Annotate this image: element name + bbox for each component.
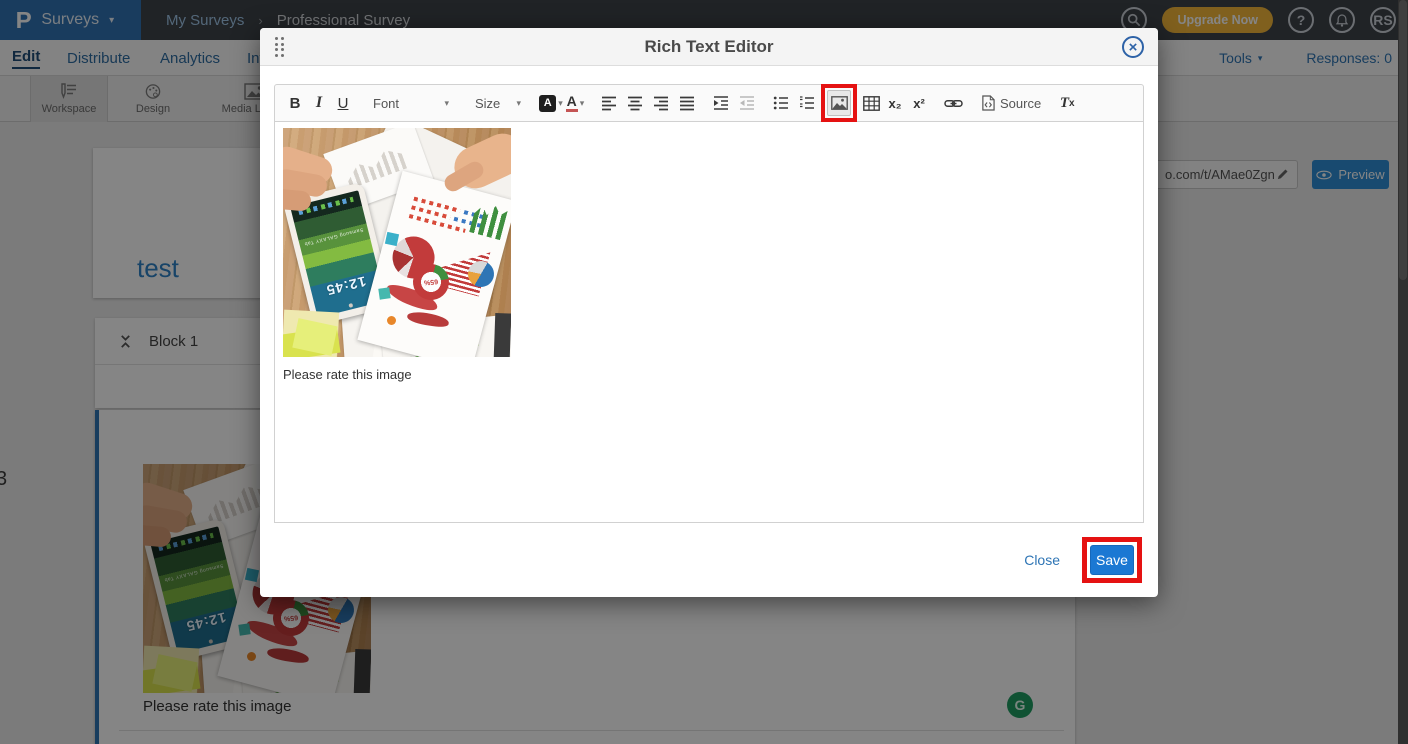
image-button[interactable] bbox=[827, 90, 851, 116]
home-button bbox=[348, 303, 353, 308]
image-button-highlight bbox=[821, 84, 857, 122]
editor-content-area[interactable]: Samsung GALAXY Tab 12:45 bbox=[274, 122, 1144, 523]
editor-text[interactable]: Please rate this image bbox=[283, 367, 1135, 382]
font-dropdown[interactable]: Font ▾ bbox=[367, 90, 455, 116]
align-center-button[interactable] bbox=[623, 90, 647, 116]
modal-footer: Close Save bbox=[260, 523, 1158, 597]
caret-down-icon: ▾ bbox=[580, 98, 585, 109]
editor-image[interactable]: Samsung GALAXY Tab 12:45 bbox=[283, 128, 511, 357]
indent-button[interactable] bbox=[709, 90, 733, 116]
sticky-tab bbox=[378, 287, 390, 299]
justify-button[interactable] bbox=[675, 90, 699, 116]
modal-body: B I U Font ▾ Size ▾ A ▾ A ▾ bbox=[260, 84, 1158, 523]
editor-toolbar: B I U Font ▾ Size ▾ A ▾ A ▾ bbox=[274, 84, 1144, 122]
size-dropdown[interactable]: Size ▾ bbox=[469, 90, 527, 116]
bold-button[interactable]: B bbox=[283, 90, 307, 116]
save-button-highlight: Save bbox=[1082, 537, 1142, 583]
area-chart bbox=[406, 310, 449, 328]
remove-format-t: T bbox=[1060, 95, 1069, 112]
drag-handle-icon[interactable] bbox=[275, 37, 284, 57]
remove-format-x: x bbox=[1069, 98, 1075, 109]
subscript-button[interactable]: x₂ bbox=[883, 90, 907, 116]
underline-button[interactable]: U bbox=[331, 90, 355, 116]
font-dropdown-label: Font bbox=[373, 96, 399, 111]
source-doc-icon bbox=[981, 95, 995, 111]
source-button[interactable]: Source bbox=[977, 90, 1045, 116]
source-button-label: Source bbox=[1000, 96, 1041, 111]
modal-header: Rich Text Editor × bbox=[260, 28, 1158, 66]
modal-title: Rich Text Editor bbox=[260, 28, 1158, 66]
table-button[interactable] bbox=[859, 90, 883, 116]
link-button[interactable] bbox=[941, 90, 965, 116]
align-right-button[interactable] bbox=[649, 90, 673, 116]
device-label: Samsung GALAXY Tab bbox=[299, 226, 368, 249]
numbered-list-button[interactable] bbox=[795, 90, 819, 116]
chart-sketch bbox=[342, 144, 407, 189]
remove-format-button[interactable]: Tx bbox=[1055, 90, 1079, 116]
bullet-list-button[interactable] bbox=[769, 90, 793, 116]
italic-button[interactable]: I bbox=[307, 90, 331, 116]
app-window: P Surveys ▾ My Surveys › Professional Su… bbox=[0, 0, 1408, 744]
save-button[interactable]: Save bbox=[1090, 545, 1134, 575]
superscript-button[interactable]: x² bbox=[907, 90, 931, 116]
background-color-button[interactable]: A ▾ bbox=[539, 90, 563, 116]
sticker-dot bbox=[387, 316, 396, 325]
size-dropdown-label: Size bbox=[475, 96, 500, 111]
text-color-button[interactable]: A ▾ bbox=[563, 90, 587, 116]
caret-down-icon: ▾ bbox=[444, 98, 449, 109]
background-color-chip: A bbox=[539, 95, 556, 112]
bar-chart-green bbox=[469, 201, 508, 240]
align-left-button[interactable] bbox=[597, 90, 621, 116]
outdent-button[interactable] bbox=[735, 90, 759, 116]
close-button[interactable]: Close bbox=[1024, 552, 1060, 568]
donut-label: 65% bbox=[411, 262, 450, 301]
laptop-edge bbox=[493, 313, 511, 357]
sticky-tab bbox=[385, 232, 399, 246]
modal-close-icon[interactable]: × bbox=[1122, 36, 1144, 58]
text-color-chip: A bbox=[566, 94, 578, 112]
caret-down-icon: ▾ bbox=[516, 98, 521, 109]
donut-chart: 65% bbox=[409, 260, 453, 304]
rich-text-editor-modal: Rich Text Editor × B I U Font ▾ Size ▾ A… bbox=[260, 28, 1158, 597]
